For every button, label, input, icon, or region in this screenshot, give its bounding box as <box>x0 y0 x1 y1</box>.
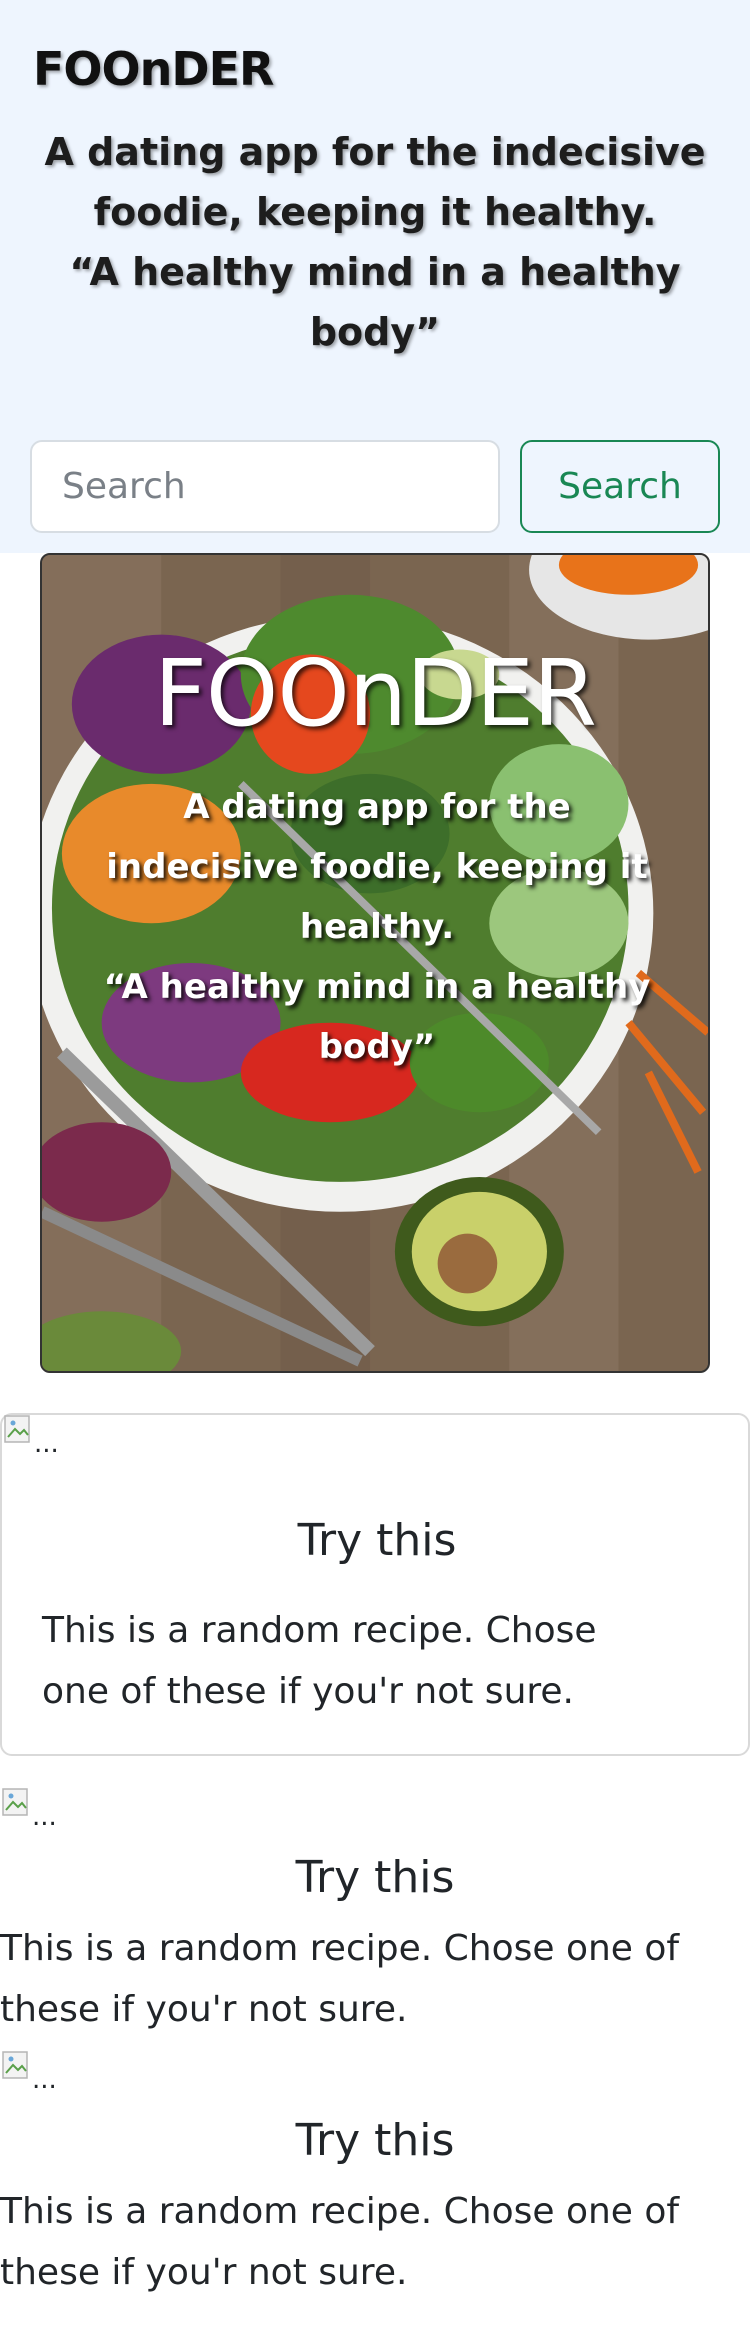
header-tagline: A dating app for the indecisive foodie, … <box>40 122 710 362</box>
hero-tagline-line: indecisive foodie, keeping it <box>106 847 648 887</box>
recipe-title: Try this <box>295 1852 455 1903</box>
broken-image-icon <box>4 1415 30 1443</box>
hero-tagline-line: healthy. <box>299 907 455 947</box>
hero-banner: FOOnDER A dating app for the indecisive … <box>40 553 710 1373</box>
search-input[interactable] <box>30 440 500 533</box>
broken-image-icon <box>2 1788 28 1816</box>
header-tagline-line: A dating app for the indecisive <box>44 130 706 174</box>
hero-tagline: A dating app for the indecisive foodie, … <box>97 777 657 1077</box>
recipe-text-line: This is a random recipe. Chose one of <box>0 1928 680 1969</box>
search-button[interactable]: Search <box>520 440 720 533</box>
recipe-image-alt: ... <box>32 1802 57 1832</box>
broken-image-icon <box>2 2051 28 2079</box>
recipe-text: This is a random recipe. Chose one of th… <box>0 2181 679 2303</box>
recipe-text: This is a random recipe. Chose one of th… <box>0 1918 679 2040</box>
recipe-item[interactable]: ... Try this This is a random recipe. Ch… <box>0 1788 750 2048</box>
recipe-text-line: these if you'r not sure. <box>0 2252 408 2293</box>
header-tagline-line: body” <box>309 310 441 354</box>
header-tagline-line: foodie, keeping it healthy. <box>93 190 657 234</box>
hero-tagline-line: “A healthy mind in a healthy <box>103 967 651 1007</box>
hero-tagline-line: body” <box>318 1027 436 1067</box>
header-tagline-line: “A healthy mind in a healthy <box>69 250 681 294</box>
recipe-text: This is a random recipe. Chose one of th… <box>42 1600 597 1722</box>
recipe-text-line: This is a random recipe. Chose <box>42 1610 597 1651</box>
brand-logo[interactable]: FOOnDER <box>33 42 274 96</box>
hero-title: FOOnDER <box>154 640 597 747</box>
recipe-item[interactable]: ... Try this This is a random recipe. Ch… <box>0 2051 750 2311</box>
recipe-title: Try this <box>295 2115 455 2166</box>
recipe-image-alt: ... <box>32 2065 57 2095</box>
top-header: FOOnDER A dating app for the indecisive … <box>0 0 750 553</box>
recipe-card[interactable]: ... Try this This is a random recipe. Ch… <box>0 1413 750 1756</box>
recipe-title: Try this <box>297 1515 457 1566</box>
recipe-image-alt: ... <box>34 1429 59 1459</box>
hero-tagline-line: A dating app for the <box>183 787 571 827</box>
recipe-text-line: This is a random recipe. Chose one of <box>0 2191 680 2232</box>
recipe-text-line: one of these if you'r not sure. <box>42 1671 574 1712</box>
recipe-text-line: these if you'r not sure. <box>0 1989 408 2030</box>
